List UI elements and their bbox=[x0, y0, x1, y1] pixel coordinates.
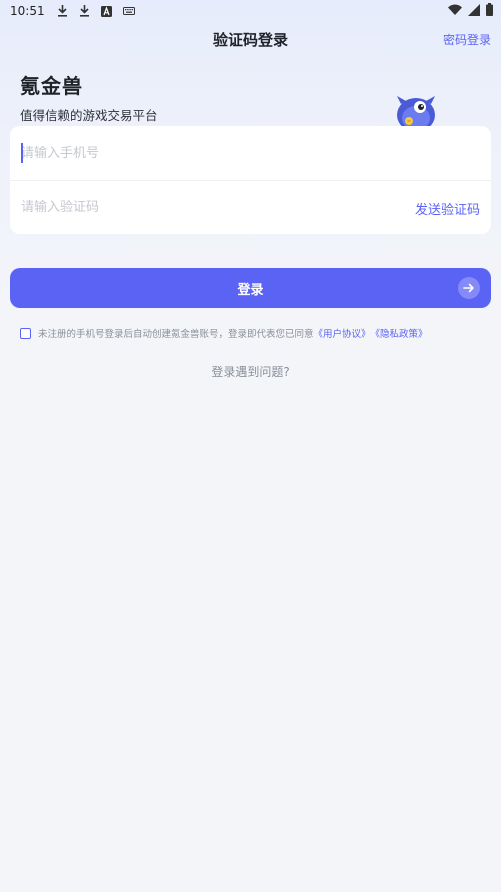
login-help-link[interactable]: 登录遇到问题? bbox=[0, 363, 501, 380]
download-icon bbox=[57, 5, 69, 17]
user-agreement-link[interactable]: 《用户协议》 bbox=[314, 326, 371, 340]
code-row: 发送验证码 bbox=[10, 180, 491, 234]
battery-icon bbox=[486, 3, 493, 19]
phone-row bbox=[10, 126, 491, 180]
brand-block: 氪金兽 值得信赖的游戏交易平台 bbox=[20, 70, 158, 124]
login-button[interactable]: 登录 bbox=[10, 268, 491, 308]
login-button-label: 登录 bbox=[237, 282, 264, 298]
brand-name: 氪金兽 bbox=[20, 74, 83, 98]
page-title: 验证码登录 bbox=[212, 30, 288, 49]
brand-slogan: 值得信赖的游戏交易平台 bbox=[20, 108, 158, 123]
wifi-icon bbox=[448, 4, 462, 19]
password-login-link[interactable]: 密码登录 bbox=[443, 31, 491, 48]
font-icon bbox=[101, 5, 113, 17]
verification-code-input[interactable] bbox=[21, 200, 381, 215]
send-code-button[interactable]: 发送验证码 bbox=[415, 199, 480, 218]
keyboard-icon bbox=[122, 5, 135, 17]
agreement-text: 未注册的手机号登录后自动创建氪金兽账号，登录即代表您已同意 bbox=[38, 329, 314, 340]
signal-icon bbox=[468, 3, 480, 19]
text-caret bbox=[21, 143, 23, 163]
page-header: 验证码登录 密码登录 bbox=[0, 22, 501, 56]
status-indicators bbox=[448, 3, 493, 19]
agreement-checkbox[interactable] bbox=[20, 327, 31, 339]
phone-input[interactable] bbox=[21, 145, 381, 161]
status-time: 10:51 bbox=[10, 4, 45, 18]
download-icon bbox=[79, 5, 91, 17]
privacy-policy-link[interactable]: 《隐私政策》 bbox=[371, 326, 428, 340]
login-form-card: 发送验证码 bbox=[10, 126, 491, 234]
arrow-right-icon bbox=[458, 277, 480, 299]
agreement-row: 未注册的手机号登录后自动创建氪金兽账号，登录即代表您已同意 《用户协议》 《隐私… bbox=[20, 326, 490, 340]
status-bar: 10:51 bbox=[0, 0, 501, 22]
